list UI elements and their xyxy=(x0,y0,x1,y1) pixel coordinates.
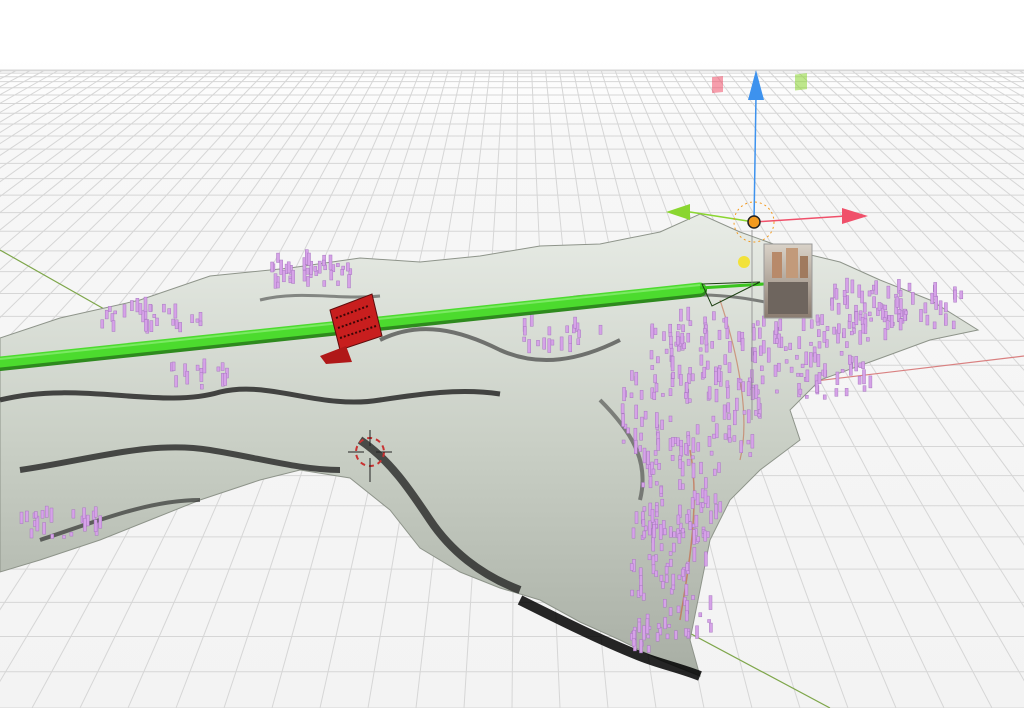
z-axis-arrow-icon xyxy=(748,70,764,100)
y-axis-line-lower xyxy=(679,627,831,708)
x-axis-arrow-icon xyxy=(842,208,868,224)
y-axis-arrow-icon xyxy=(666,204,690,220)
gizmo-origin-icon xyxy=(747,215,761,229)
3d-viewport[interactable] xyxy=(0,0,1024,708)
scene-canvas[interactable] xyxy=(0,0,1024,708)
sun-light-icon[interactable] xyxy=(738,256,750,268)
camera-photo-plane[interactable] xyxy=(763,243,813,319)
yz-plane-handle xyxy=(795,73,807,91)
y-axis-line xyxy=(0,249,121,319)
terrain-mesh[interactable] xyxy=(0,213,980,681)
xz-plane-handle xyxy=(712,76,723,94)
